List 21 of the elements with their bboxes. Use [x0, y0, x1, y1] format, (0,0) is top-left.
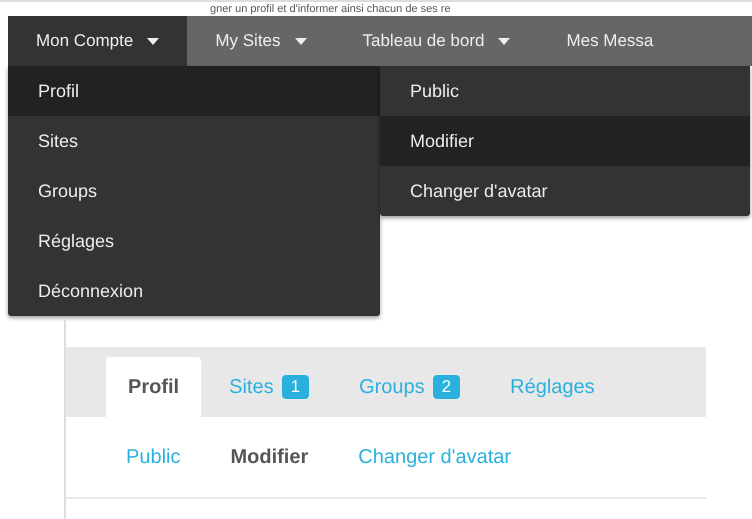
tab-label: Sites [229, 376, 274, 398]
submenu-item[interactable]: Public [380, 66, 750, 116]
page-text: gner un profil et d'informer ainsi chacun de ses re [210, 2, 451, 16]
tab-label: Profil [128, 376, 180, 398]
submenu-item[interactable]: Modifier [380, 116, 750, 166]
submenu-item[interactable]: Changer d'avatar [380, 166, 750, 216]
tab[interactable]: Profil [106, 357, 202, 417]
dropdown-item[interactable]: Déconnexion [8, 266, 380, 316]
subnav-link[interactable]: Modifier [230, 446, 308, 468]
dropdown-item[interactable]: Réglages [8, 216, 380, 266]
menu-item[interactable]: Mon Compte [8, 16, 188, 66]
menu-item[interactable]: Mes Messa [538, 16, 682, 66]
tab-label: Groups [359, 376, 425, 398]
dropdown-item[interactable]: Groups [8, 166, 380, 216]
menu-item[interactable]: My Sites [187, 16, 335, 66]
tab-label: Réglages [510, 376, 595, 398]
dropdown-item[interactable]: Sites [8, 116, 380, 166]
count-badge: 1 [282, 375, 310, 399]
count-badge: 2 [432, 375, 460, 399]
dropdown-item[interactable]: Profil [8, 66, 380, 116]
menu-item[interactable]: Tableau de bord [334, 16, 538, 66]
